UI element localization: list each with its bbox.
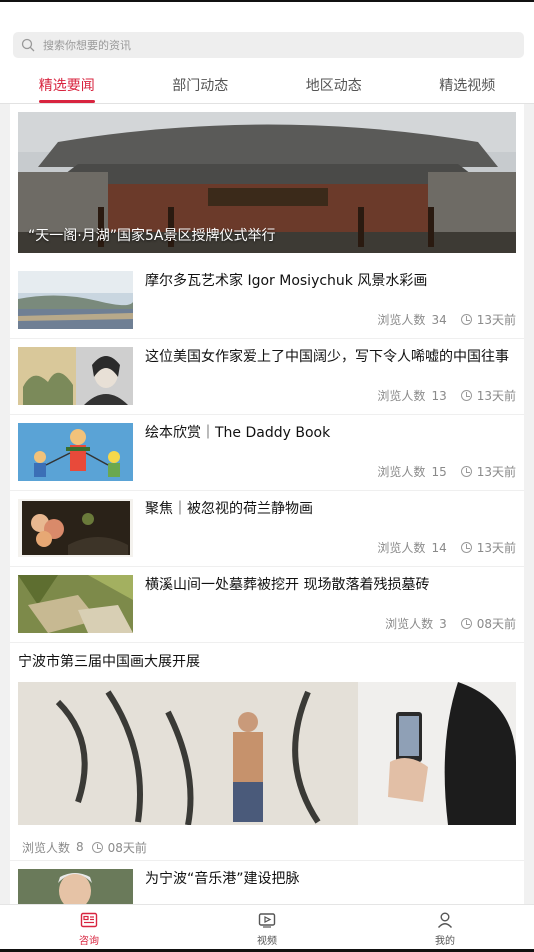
article-meta: 浏览人数 8 08天前 <box>10 825 524 861</box>
views-count: 13 <box>431 388 447 403</box>
article-title: 聚焦｜被忽视的荷兰静物画 <box>145 501 313 517</box>
hero-banner[interactable]: “天一阁·月湖”国家5A景区授牌仪式举行 <box>18 112 516 253</box>
clock-icon <box>460 618 472 629</box>
list-item[interactable]: 绘本欣赏｜The Daddy Book 浏览人数 15 13天前 <box>10 415 524 491</box>
list-item[interactable]: 为宁波“音乐港”建设把脉 <box>10 861 524 904</box>
clock-icon <box>460 542 472 553</box>
views-label: 浏览人数 <box>22 840 71 855</box>
article-thumbnail <box>18 423 133 481</box>
news-feed: “天一阁·月湖”国家5A景区授牌仪式举行 摩尔多瓦艺术家 Igor Mosiyc… <box>10 104 524 904</box>
views-label: 浏览人数 <box>377 313 426 327</box>
article-thumbnail <box>18 575 133 633</box>
clock-icon <box>460 466 472 477</box>
tab-department-news[interactable]: 部门动态 <box>134 66 268 103</box>
article-title: 绘本欣赏｜The Daddy Book <box>145 425 331 441</box>
article-meta: 浏览人数 34 13天前 <box>377 311 516 328</box>
article-thumbnail <box>18 499 133 557</box>
video-icon <box>258 912 276 928</box>
article-title: 摩尔多瓦艺术家 Igor Mosiychuk 风景水彩画 <box>145 273 428 289</box>
article-title: 横溪山间一处墓葬被挖开 现场散落着残损墓砖 <box>145 577 430 593</box>
tab-featured-videos[interactable]: 精选视频 <box>401 66 534 103</box>
article-meta: 浏览人数 15 13天前 <box>377 463 516 480</box>
list-item[interactable]: 这位美国女作家爱上了中国阔少，写下令人唏嘘的中国往事 浏览人数 13 13天前 <box>10 339 524 415</box>
article-image <box>18 682 516 825</box>
article-meta: 浏览人数 3 08天前 <box>385 615 516 632</box>
bottom-navigation: 咨询 视频 我的 <box>0 904 534 952</box>
publish-time: 08天前 <box>107 840 147 855</box>
tab-featured-news[interactable]: 精选要闻 <box>0 66 134 103</box>
hero-caption: “天一阁·月湖”国家5A景区授牌仪式举行 <box>28 228 276 244</box>
views-label: 浏览人数 <box>377 541 426 555</box>
clock-icon <box>460 314 472 325</box>
views-count: 15 <box>431 464 447 479</box>
article-thumbnail <box>18 869 133 904</box>
active-tab-indicator <box>38 100 95 103</box>
user-icon <box>437 912 453 928</box>
article-thumbnail <box>18 271 133 329</box>
article-title: 宁波市第三届中国画大展开展 <box>18 654 200 670</box>
views-label: 浏览人数 <box>385 617 434 631</box>
nav-profile[interactable]: 我的 <box>356 905 534 952</box>
article-meta: 浏览人数 14 13天前 <box>377 539 516 556</box>
publish-time: 13天前 <box>476 465 516 479</box>
views-count: 3 <box>439 616 447 631</box>
views-count: 14 <box>431 540 447 555</box>
publish-time: 08天前 <box>476 617 516 631</box>
views-label: 浏览人数 <box>377 465 426 479</box>
article-title: 为宁波“音乐港”建设把脉 <box>145 871 300 887</box>
status-bar <box>0 0 534 26</box>
publish-time: 13天前 <box>476 541 516 555</box>
search-bar: 搜索你想要的资讯 <box>0 26 534 66</box>
search-placeholder: 搜索你想要的资讯 <box>43 39 131 52</box>
tab-regional-news[interactable]: 地区动态 <box>267 66 401 103</box>
list-item[interactable]: 聚焦｜被忽视的荷兰静物画 浏览人数 14 13天前 <box>10 491 524 567</box>
clock-icon <box>460 390 472 401</box>
list-item[interactable]: 横溪山间一处墓葬被挖开 现场散落着残损墓砖 浏览人数 3 08天前 <box>10 567 524 643</box>
clock-icon <box>91 841 103 853</box>
big-article[interactable]: 宁波市第三届中国画大展开展 浏览人数 8 08天前 <box>10 643 524 861</box>
nav-video[interactable]: 视频 <box>178 905 356 952</box>
publish-time: 13天前 <box>476 313 516 327</box>
article-meta: 浏览人数 13 13天前 <box>377 387 516 404</box>
search-input[interactable]: 搜索你想要的资讯 <box>13 32 524 58</box>
list-item[interactable]: 摩尔多瓦艺术家 Igor Mosiychuk 风景水彩画 浏览人数 34 13天… <box>10 263 524 339</box>
views-count: 8 <box>76 840 84 854</box>
search-icon <box>21 38 35 52</box>
views-count: 34 <box>431 312 447 327</box>
news-icon <box>80 912 98 927</box>
article-thumbnail <box>18 347 133 405</box>
nav-news[interactable]: 咨询 <box>0 905 178 952</box>
category-tabs: 精选要闻 部门动态 地区动态 精选视频 <box>0 66 534 104</box>
publish-time: 13天前 <box>476 389 516 403</box>
article-title: 这位美国女作家爱上了中国阔少，写下令人唏嘘的中国往事 <box>145 349 509 365</box>
views-label: 浏览人数 <box>377 389 426 403</box>
